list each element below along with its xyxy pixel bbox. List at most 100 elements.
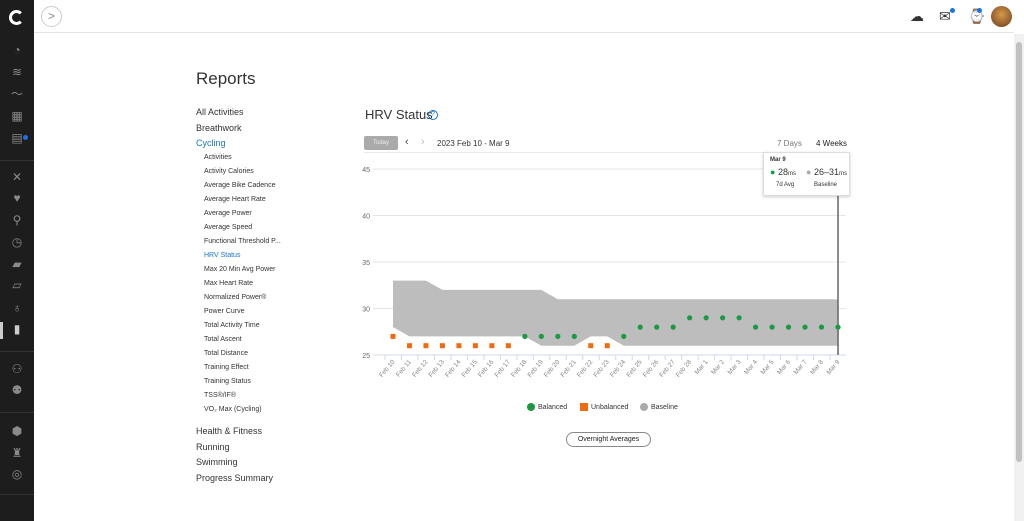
badges-icon[interactable]: ⬢ xyxy=(0,423,34,439)
upload-icon[interactable]: ☁ xyxy=(910,8,924,25)
menu-item[interactable]: Breathwork xyxy=(196,123,242,133)
next-button[interactable]: › xyxy=(421,136,425,148)
top-bar: > xyxy=(34,0,1014,33)
submenu-item[interactable]: Activities xyxy=(204,154,232,161)
layers-icon[interactable]: ≋ xyxy=(0,64,34,80)
x-tick-label: Mar 7 xyxy=(793,358,809,376)
submenu-item[interactable]: TSS®/IF® xyxy=(204,392,236,399)
trend-icon[interactable]: 〜 xyxy=(0,86,34,102)
menu-item[interactable]: Cycling xyxy=(196,138,226,148)
today-button[interactable]: Today xyxy=(364,136,398,150)
submenu-item[interactable]: Training Status xyxy=(204,378,251,385)
data-point-balanced xyxy=(538,333,544,339)
x-tick-label: Feb 26 xyxy=(642,359,661,379)
data-point-balanced xyxy=(621,333,627,339)
connections-icon[interactable]: ⚇ xyxy=(0,361,34,377)
data-point-balanced xyxy=(769,324,775,330)
menu-item[interactable]: Progress Summary xyxy=(196,473,273,483)
submenu-item[interactable]: Average Speed xyxy=(204,224,252,231)
reports-icon[interactable]: ▮ xyxy=(0,321,34,337)
submenu-item[interactable]: Average Power xyxy=(204,210,252,217)
submenu-item[interactable]: Total Distance xyxy=(204,350,248,357)
data-point-unbalanced xyxy=(456,343,462,349)
submenu-item[interactable]: Activity Calories xyxy=(204,168,254,175)
legend-unbalanced[interactable]: Unbalanced xyxy=(580,403,628,411)
x-tick-label: Feb 23 xyxy=(592,359,611,379)
menu-item[interactable]: All Activities xyxy=(196,107,244,117)
inbox-icon[interactable]: ✉ xyxy=(939,8,951,25)
previous-button[interactable]: ‹ xyxy=(405,136,409,148)
data-point-unbalanced xyxy=(390,333,396,339)
submenu-item[interactable]: Total Ascent xyxy=(204,336,242,343)
legend-balanced[interactable]: Balanced xyxy=(527,403,567,411)
bulb-icon[interactable]: ♁ xyxy=(0,300,34,316)
submenu-item[interactable]: Max Heart Rate xyxy=(204,280,253,287)
expand-nav-button[interactable]: > xyxy=(41,6,62,27)
scrollbar[interactable] xyxy=(1014,34,1024,521)
data-point-balanced xyxy=(555,333,561,339)
data-point-balanced xyxy=(752,324,759,330)
groups-icon[interactable]: ⚉ xyxy=(0,382,34,398)
sneaker-icon[interactable]: ▱ xyxy=(0,277,34,293)
x-tick-label: Feb 27 xyxy=(658,359,677,379)
dashboard-icon[interactable]: ◔ xyxy=(0,42,34,58)
x-tick-label: Feb 28 xyxy=(675,359,694,379)
submenu-item[interactable]: Power Curve xyxy=(204,308,244,315)
submenu-item[interactable]: Normalized Power® xyxy=(204,294,266,301)
x-tick-label: Feb 12 xyxy=(411,359,430,379)
calendar-icon[interactable]: ▦ xyxy=(0,108,34,124)
overnight-averages-button[interactable]: Overnight Averages xyxy=(566,432,651,447)
news-icon[interactable]: ▤ xyxy=(0,130,34,146)
menu-item[interactable]: Running xyxy=(196,442,230,452)
submenu-item[interactable]: Functional Threshold P... xyxy=(204,238,281,245)
submenu-item[interactable]: Average Bike Cadence xyxy=(204,182,275,189)
y-tick-label: 35 xyxy=(362,260,370,267)
page-title: Reports xyxy=(196,69,256,88)
legend-baseline[interactable]: Baseline xyxy=(640,403,678,411)
data-point-balanced xyxy=(835,324,841,330)
logo-icon[interactable] xyxy=(9,10,24,25)
heart-icon[interactable]: ♥ xyxy=(0,190,34,206)
golf-icon[interactable]: ⚲ xyxy=(0,212,34,228)
x-tick-label: Mar 2 xyxy=(710,358,726,376)
submenu-item[interactable]: Max 20 Min Avg Power xyxy=(204,266,275,273)
settings-icon[interactable]: ◎ xyxy=(0,466,34,482)
baseline-band xyxy=(393,280,838,346)
x-tick-label: Feb 11 xyxy=(395,359,413,379)
data-point-unbalanced xyxy=(472,343,478,349)
shoe-icon[interactable]: ▰ xyxy=(0,256,34,272)
data-point-balanced xyxy=(522,333,528,339)
submenu-item[interactable]: Training Effect xyxy=(204,364,249,371)
submenu-item[interactable]: Average Heart Rate xyxy=(204,196,266,203)
x-tick-label: Mar 1 xyxy=(694,358,710,376)
submenu-item[interactable]: Total Activity Time xyxy=(204,322,260,329)
tooltip-avg-label: 7d Avg xyxy=(776,182,795,188)
submenu-item[interactable]: VO₂ Max (Cycling) xyxy=(204,406,262,413)
tab-7-days[interactable]: 7 Days xyxy=(777,139,802,148)
data-point-balanced xyxy=(637,324,643,330)
menu-item[interactable]: Health & Fitness xyxy=(196,426,262,436)
tooltip-baseline-label: Baseline xyxy=(814,182,838,188)
data-point-balanced xyxy=(703,315,709,321)
x-tick-label: Mar 9 xyxy=(825,358,841,376)
fitness-icon[interactable]: ✕ xyxy=(0,169,34,185)
data-point-unbalanced xyxy=(439,343,445,349)
left-nav: ◔ ≋ 〜 ▦ ▤ ✕ ♥ ⚲ ◷ ▰ ▱ ♁ ▮ ⚇ ⚉ ⬢ ♜ ◎ xyxy=(0,0,34,521)
data-point-unbalanced xyxy=(588,343,594,349)
tab-4-weeks[interactable]: 4 Weeks xyxy=(816,139,847,148)
stopwatch-icon[interactable]: ◷ xyxy=(0,234,34,250)
help-icon[interactable]: ? xyxy=(428,110,438,120)
submenu-item[interactable]: HRV Status xyxy=(204,252,240,259)
x-tick-label: Feb 24 xyxy=(609,359,628,379)
data-point-balanced xyxy=(571,333,577,339)
x-tick-label: Feb 18 xyxy=(510,359,529,379)
report-title: HRV Status xyxy=(365,107,433,122)
menu-item[interactable]: Swimming xyxy=(196,457,238,467)
x-tick-label: Feb 19 xyxy=(526,359,545,379)
trophy-icon[interactable]: ♜ xyxy=(0,445,34,461)
avatar[interactable] xyxy=(991,6,1012,27)
date-range: 2023 Feb 10 - Mar 9 xyxy=(437,139,510,148)
tooltip-baseline: 26–31 xyxy=(813,167,839,177)
x-tick-label: Feb 14 xyxy=(444,359,463,379)
data-point-balanced xyxy=(687,315,693,321)
